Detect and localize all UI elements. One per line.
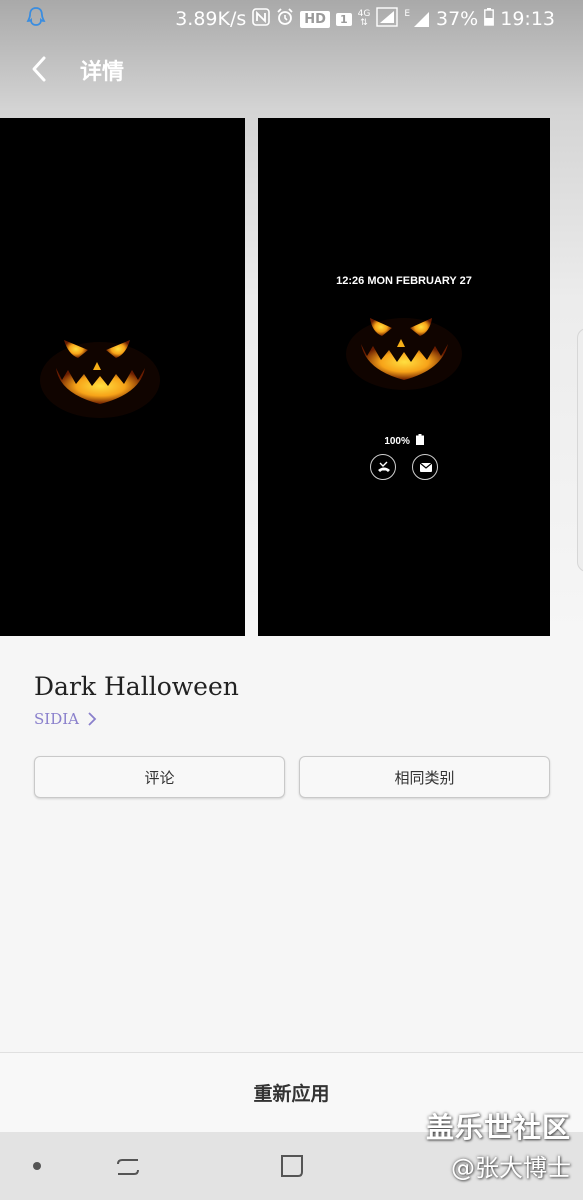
watermark-community: 盖乐世社区 [425, 1111, 571, 1144]
alarm-icon [276, 7, 294, 31]
watermark-author: @张大博士 [451, 1154, 571, 1182]
missed-call-icon [370, 454, 396, 480]
chevron-right-icon [88, 712, 97, 726]
recent-apps-icon [117, 1159, 139, 1175]
battery-percent: 37% [436, 8, 479, 30]
message-icon [412, 454, 438, 480]
back-arrow-icon [32, 56, 46, 82]
hd-voice-badge: HD [300, 10, 330, 28]
reapply-button[interactable]: 重新应用 [253, 1079, 329, 1106]
back-button[interactable] [26, 54, 54, 84]
data-4g-indicator: 4G ⇅ [357, 9, 371, 28]
pumpkin-face-icon [40, 340, 160, 418]
nfc-icon [252, 7, 271, 31]
sim-slot-badge: 1 [335, 12, 352, 26]
preview-always-on-display[interactable]: 12:26 MON FEBRUARY 27 100% [258, 118, 550, 636]
signal-icon-2: E [404, 10, 430, 28]
app-header: 详情 [0, 44, 583, 94]
qq-notification-icon [26, 6, 46, 32]
same-category-button[interactable]: 相同类别 [299, 756, 550, 798]
signal-icon-1 [376, 6, 399, 32]
network-speed: 3.89K/s [175, 8, 247, 30]
publisher-link[interactable]: SIDIA [34, 710, 97, 728]
status-bar: 3.89K/s HD 1 4G ⇅ E 37% 19:13 [0, 0, 583, 38]
publisher-name: SIDIA [34, 710, 79, 728]
review-button[interactable]: 评论 [34, 756, 285, 798]
home-icon [281, 1155, 303, 1177]
clock: 19:13 [500, 8, 555, 30]
recent-apps-button[interactable] [114, 1152, 142, 1180]
edge-panel-handle[interactable] [577, 328, 583, 572]
aod-battery: 100% [258, 434, 550, 447]
page-title: 详情 [80, 60, 125, 85]
preview-home-screen[interactable] [0, 118, 245, 636]
home-button[interactable] [278, 1152, 306, 1180]
battery-icon [484, 7, 495, 31]
wallpaper-name: Dark Halloween [34, 672, 239, 701]
nav-hide-dot-icon[interactable] [33, 1162, 41, 1170]
aod-pumpkin-face-icon [346, 318, 462, 390]
